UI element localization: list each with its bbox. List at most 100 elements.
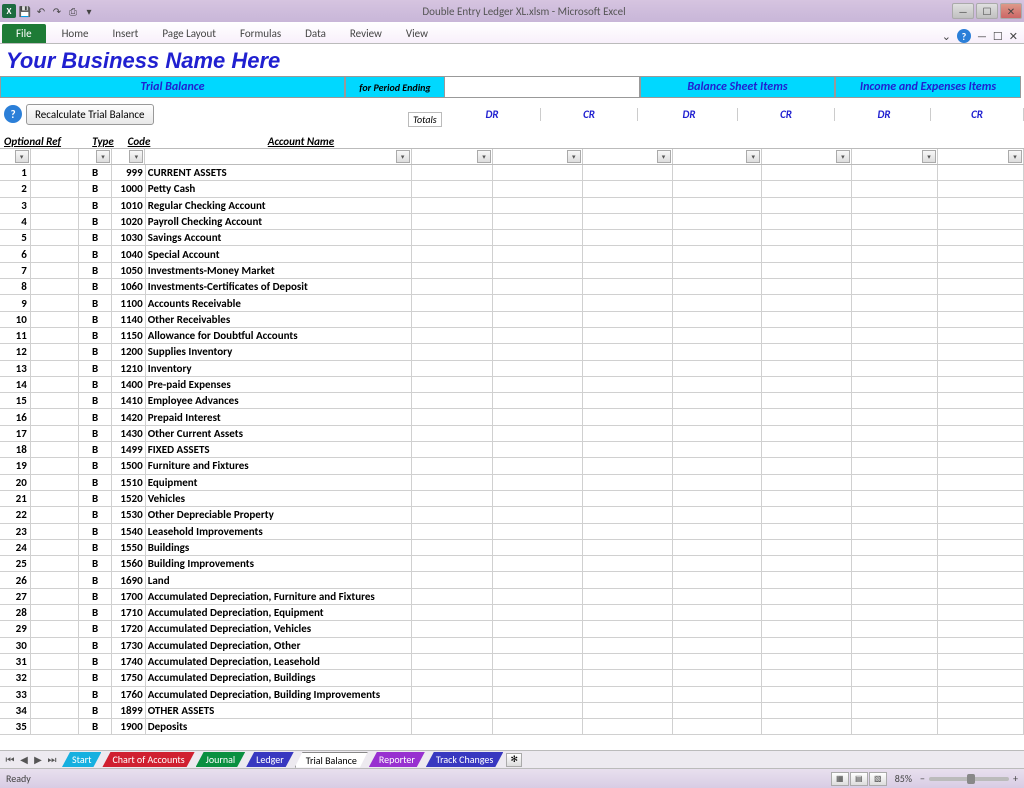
cell-type[interactable]: B — [79, 670, 112, 686]
view-normal-icon[interactable]: ▦ — [831, 772, 849, 786]
cell-code[interactable]: 1020 — [112, 214, 145, 230]
cell-ie-dr[interactable] — [852, 344, 938, 360]
cell-optional-ref[interactable] — [31, 426, 79, 442]
cell-account-name[interactable]: Employee Advances — [146, 393, 412, 409]
cell-ie-cr[interactable] — [938, 361, 1024, 377]
cell-ie-cr[interactable] — [938, 621, 1024, 637]
cell-ie-dr[interactable] — [852, 703, 938, 719]
cell-optional-ref[interactable] — [31, 687, 79, 703]
cell-dr[interactable] — [493, 589, 583, 605]
cell-bs-dr[interactable] — [673, 572, 763, 588]
cell-cr[interactable] — [583, 230, 673, 246]
cell-bs-dr[interactable] — [673, 328, 763, 344]
cell-bs-cr[interactable] — [762, 540, 852, 556]
cell-account-name[interactable]: Inventory — [146, 361, 412, 377]
cell-blank[interactable] — [412, 703, 493, 719]
cell-code[interactable]: 1740 — [112, 654, 145, 670]
cell-bs-cr[interactable] — [762, 312, 852, 328]
filter-dropdown-icon[interactable]: ▾ — [746, 150, 760, 163]
cell-bs-cr[interactable] — [762, 572, 852, 588]
table-row[interactable]: 7B1050Investments-Money Market — [0, 263, 1024, 279]
filter-dropdown-icon[interactable]: ▾ — [129, 150, 143, 163]
cell-bs-dr[interactable] — [673, 687, 763, 703]
cell-type[interactable]: B — [79, 524, 112, 540]
cell-optional-ref[interactable] — [31, 572, 79, 588]
cell-ie-cr[interactable] — [938, 507, 1024, 523]
cell-ie-dr[interactable] — [852, 572, 938, 588]
cell-dr[interactable] — [493, 638, 583, 654]
cell-ie-dr[interactable] — [852, 393, 938, 409]
cell-type[interactable]: B — [79, 361, 112, 377]
cell-optional-ref[interactable] — [31, 719, 79, 735]
cell-ie-cr[interactable] — [938, 589, 1024, 605]
cell-blank[interactable] — [412, 638, 493, 654]
cell-ie-dr[interactable] — [852, 719, 938, 735]
sheet-tab-journal[interactable]: Journal — [196, 752, 246, 767]
cell-optional-ref[interactable] — [31, 165, 79, 181]
cell-account-name[interactable]: FIXED ASSETS — [146, 442, 412, 458]
cell-code[interactable]: 1400 — [112, 377, 145, 393]
table-row[interactable]: 28B1710Accumulated Depreciation, Equipme… — [0, 605, 1024, 621]
cell-dr[interactable] — [493, 426, 583, 442]
cell-cr[interactable] — [583, 589, 673, 605]
zoom-slider[interactable] — [929, 777, 1009, 781]
cell-type[interactable]: B — [79, 491, 112, 507]
cell-optional-ref[interactable] — [31, 377, 79, 393]
cell-ie-cr[interactable] — [938, 328, 1024, 344]
table-row[interactable]: 35B1900Deposits — [0, 719, 1024, 735]
table-row[interactable]: 29B1720Accumulated Depreciation, Vehicle… — [0, 621, 1024, 637]
filter-dropdown-icon[interactable]: ▾ — [477, 150, 491, 163]
table-row[interactable]: 15B1410Employee Advances — [0, 393, 1024, 409]
cell-dr[interactable] — [493, 409, 583, 425]
cell-dr[interactable] — [493, 621, 583, 637]
tab-page-layout[interactable]: Page Layout — [150, 24, 228, 43]
cell-optional-ref[interactable] — [31, 295, 79, 311]
cell-dr[interactable] — [493, 263, 583, 279]
table-row[interactable]: 16B1420Prepaid Interest — [0, 409, 1024, 425]
cell-bs-dr[interactable] — [673, 507, 763, 523]
cell-bs-cr[interactable] — [762, 507, 852, 523]
table-row[interactable]: 10B1140Other Receivables — [0, 312, 1024, 328]
cell-bs-dr[interactable] — [673, 458, 763, 474]
cell-optional-ref[interactable] — [31, 246, 79, 262]
cell-ie-cr[interactable] — [938, 540, 1024, 556]
table-row[interactable]: 18B1499FIXED ASSETS — [0, 442, 1024, 458]
cell-account-name[interactable]: Other Current Assets — [146, 426, 412, 442]
cell-cr[interactable] — [583, 556, 673, 572]
cell-optional-ref[interactable] — [31, 409, 79, 425]
cell-bs-cr[interactable] — [762, 458, 852, 474]
maximize-button[interactable]: ☐ — [976, 3, 998, 19]
cell-account-name[interactable]: Prepaid Interest — [146, 409, 412, 425]
cell-account-name[interactable]: Other Receivables — [146, 312, 412, 328]
cell-optional-ref[interactable] — [31, 458, 79, 474]
tab-nav-prev-icon[interactable]: ◀ — [18, 753, 30, 766]
table-row[interactable]: 30B1730Accumulated Depreciation, Other — [0, 638, 1024, 654]
cell-bs-dr[interactable] — [673, 263, 763, 279]
cell-type[interactable]: B — [79, 572, 112, 588]
ribbon-minimize-icon[interactable]: ⌄ — [942, 30, 951, 43]
cell-cr[interactable] — [583, 181, 673, 197]
cell-bs-cr[interactable] — [762, 344, 852, 360]
cell-optional-ref[interactable] — [31, 393, 79, 409]
cell-bs-cr[interactable] — [762, 246, 852, 262]
cell-dr[interactable] — [493, 246, 583, 262]
tab-nav-first-icon[interactable]: ⏮ — [4, 753, 16, 766]
cell-bs-dr[interactable] — [673, 589, 763, 605]
cell-code[interactable]: 1560 — [112, 556, 145, 572]
cell-dr[interactable] — [493, 556, 583, 572]
cell-ie-dr[interactable] — [852, 295, 938, 311]
cell-optional-ref[interactable] — [31, 605, 79, 621]
cell-cr[interactable] — [583, 426, 673, 442]
cell-code[interactable]: 1900 — [112, 719, 145, 735]
cell-optional-ref[interactable] — [31, 263, 79, 279]
cell-blank[interactable] — [412, 589, 493, 605]
cell-optional-ref[interactable] — [31, 703, 79, 719]
table-row[interactable]: 34B1899OTHER ASSETS — [0, 703, 1024, 719]
cell-code[interactable]: 1540 — [112, 524, 145, 540]
cell-blank[interactable] — [412, 165, 493, 181]
table-row[interactable]: 26B1690Land — [0, 572, 1024, 588]
cell-cr[interactable] — [583, 572, 673, 588]
cell-bs-cr[interactable] — [762, 654, 852, 670]
cell-cr[interactable] — [583, 458, 673, 474]
cell-cr[interactable] — [583, 621, 673, 637]
